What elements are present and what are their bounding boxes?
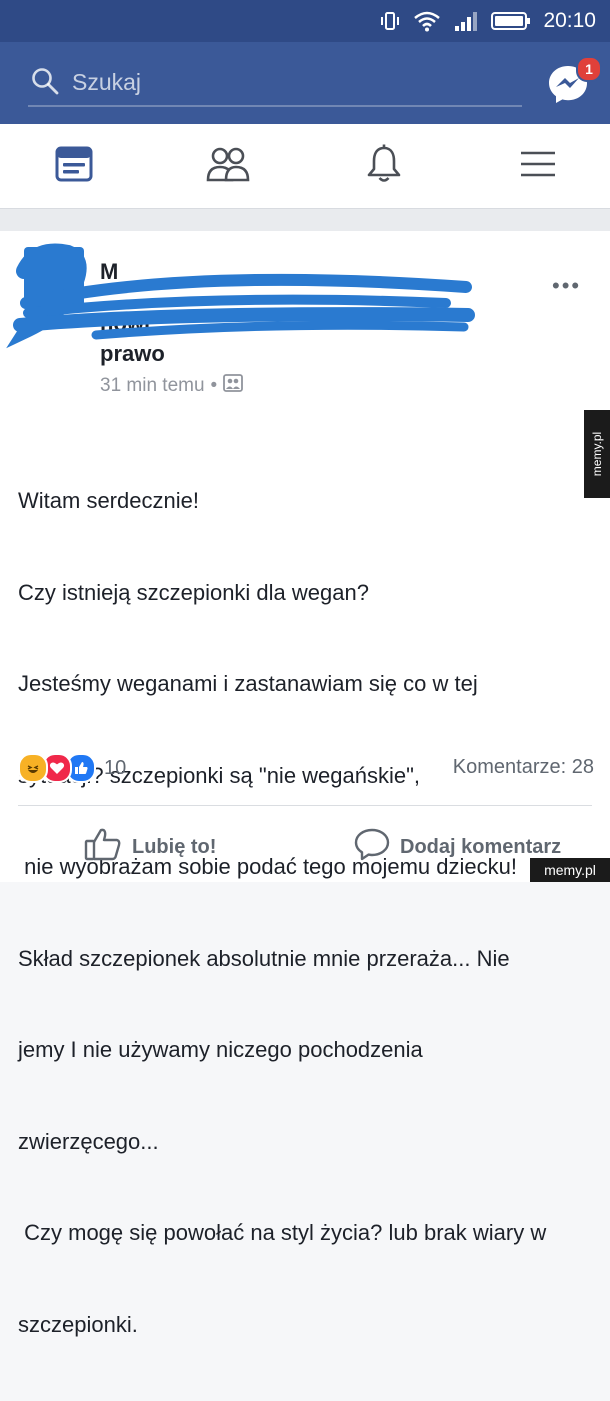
post-card: M nowi prawo ••• 31 min temu • Witam ser… <box>0 231 610 1337</box>
meta-separator: • <box>210 375 218 396</box>
status-bar: 20:10 <box>0 0 610 42</box>
search-input[interactable] <box>72 64 512 100</box>
post-body-line: Skład szczepionek absolutnie mnie przera… <box>18 945 510 971</box>
main-nav <box>0 124 610 209</box>
like-icon <box>84 827 122 867</box>
notifications-tab[interactable] <box>360 142 408 190</box>
watermark-corner: memy.pl <box>530 858 610 882</box>
search-icon <box>30 66 60 101</box>
search-underline <box>28 105 522 107</box>
reaction-count: 10 <box>104 756 127 779</box>
watermark-side: memy.pl <box>584 410 610 498</box>
vibrate-icon <box>379 10 401 32</box>
post-body-line: jemy I nie używamy niczego pochodzenia <box>18 1037 423 1062</box>
status-time: 20:10 <box>543 9 596 32</box>
group-icon <box>223 374 244 398</box>
reactions-summary[interactable]: 10 <box>18 753 126 783</box>
haha-reaction-icon <box>18 753 48 783</box>
post-body-line: zwierzęcego... <box>18 1128 159 1154</box>
post-body-line: Jesteśmy weganami i zastanawiam się co w… <box>18 671 478 696</box>
post-body-line: Witam serdecznie! <box>18 488 199 513</box>
post-time[interactable]: 31 min temu <box>100 375 205 397</box>
notifications-icon <box>364 143 404 190</box>
signal-icon <box>453 10 479 32</box>
messenger-badge: 1 <box>576 56 602 82</box>
friends-tab[interactable] <box>204 142 252 190</box>
post-body: Witam serdecznie! Czy istnieją szczepion… <box>18 425 598 1401</box>
news-feed-icon <box>54 144 94 189</box>
battery-icon <box>491 11 531 31</box>
like-label: Lubię to! <box>132 835 217 858</box>
comment-label: Dodaj komentarz <box>400 835 562 858</box>
post-meta: 31 min temu • <box>100 374 244 398</box>
like-button[interactable]: Lubię to! <box>84 827 216 867</box>
comment-icon <box>354 827 390 867</box>
wifi-icon <box>413 10 441 32</box>
feed-separator <box>0 209 610 231</box>
post-body-line: Czy mogę się powołać na styl życia? lub … <box>18 1220 547 1245</box>
menu-icon <box>518 144 558 189</box>
search-bar: 1 <box>0 42 610 124</box>
friends-icon <box>206 144 250 189</box>
post-options-button[interactable]: ••• <box>552 273 581 299</box>
watermark-side-text: memy.pl <box>590 431 605 477</box>
actions-divider <box>18 805 592 806</box>
redaction-scribble <box>6 241 476 356</box>
comment-count[interactable]: Komentarze: 28 <box>453 756 594 779</box>
status-icons: 20:10 <box>379 8 596 34</box>
post-body-line: szczepionki. <box>18 1311 138 1337</box>
post-body-line: Czy istnieją szczepionki dla wegan? <box>18 579 369 605</box>
news-feed-tab[interactable] <box>50 142 98 190</box>
app-header: 20:10 1 <box>0 0 610 124</box>
menu-tab[interactable] <box>514 142 562 190</box>
